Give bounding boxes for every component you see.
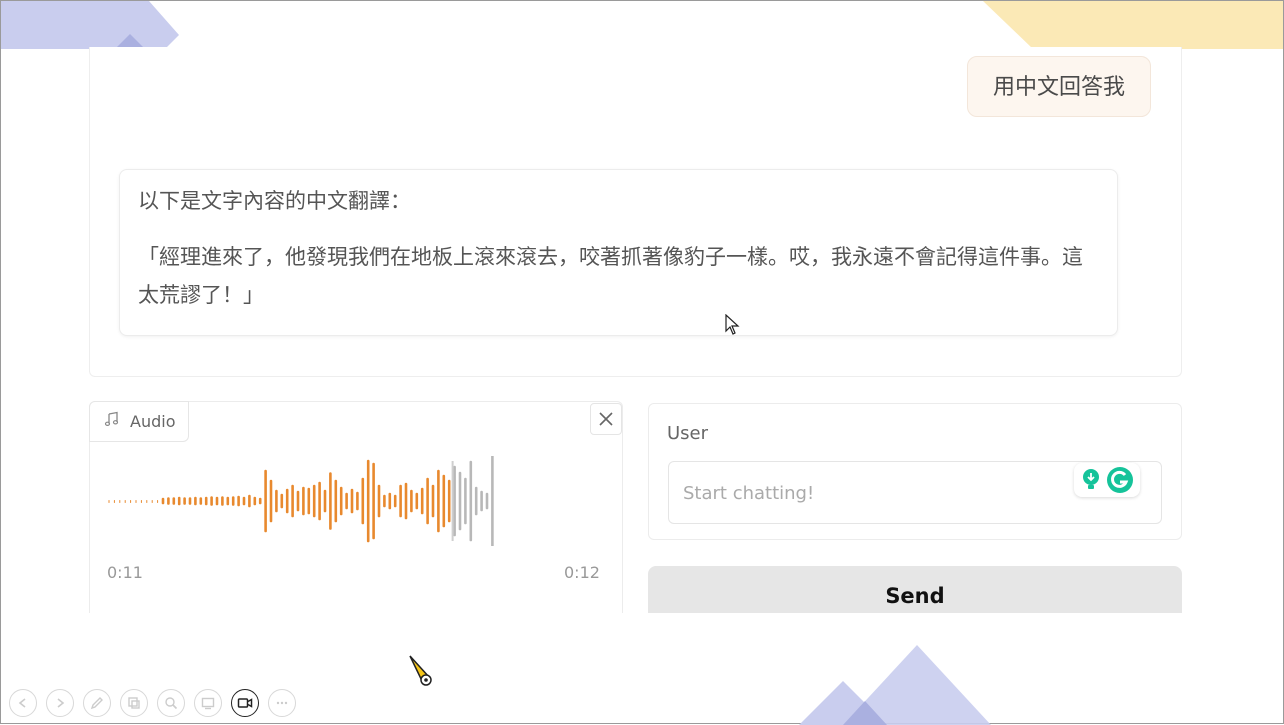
more-button[interactable] — [268, 689, 296, 717]
audio-waveform[interactable] — [101, 456, 611, 546]
prev-button[interactable] — [9, 689, 37, 717]
video-icon — [237, 698, 253, 708]
audio-label-tab: Audio — [89, 401, 189, 442]
copy-icon — [128, 697, 140, 709]
bot-message-heading: 以下是文字內容的中文翻譯： — [138, 189, 411, 213]
next-icon — [57, 698, 65, 708]
pen-icon — [90, 697, 103, 710]
presentation-toolbar — [9, 689, 296, 719]
close-icon — [599, 412, 613, 426]
bot-message-text: 「經理進來了，他發現我們在地板上滾來滾去，咬著抓著像豹子一樣。哎，我永遠不會記得… — [138, 245, 1083, 307]
zoom-button[interactable] — [157, 689, 185, 717]
user-input-label: User — [667, 423, 709, 444]
mouse-cursor-icon — [725, 314, 740, 335]
video-button[interactable] — [231, 689, 259, 717]
decorative-shape-bottom — [799, 645, 991, 725]
copy-button[interactable] — [120, 689, 148, 717]
audio-duration: 0:12 — [564, 563, 600, 582]
send-button[interactable]: Send — [648, 566, 1182, 613]
pencil-cursor-icon — [409, 655, 432, 686]
decorative-shape-top-right — [983, 1, 1283, 49]
user-message-bubble: 用中文回答我 — [967, 56, 1151, 117]
grammarly-icon — [1107, 467, 1133, 493]
lightbulb-icon — [1083, 469, 1099, 489]
prev-icon — [18, 698, 26, 708]
pen-button[interactable] — [83, 689, 111, 717]
music-note-icon — [104, 402, 122, 442]
zoom-icon — [165, 697, 178, 710]
grammarly-widget[interactable] — [1074, 463, 1140, 497]
screen-icon — [201, 697, 215, 710]
more-icon — [276, 701, 288, 705]
close-audio-button[interactable] — [590, 403, 622, 435]
decorative-shape-top-left — [1, 1, 179, 49]
audio-current-time: 0:11 — [107, 563, 143, 582]
bot-message-bubble: 以下是文字內容的中文翻譯： 「經理進來了，他發現我們在地板上滾來滾去，咬著抓著像… — [119, 169, 1118, 336]
next-button[interactable] — [46, 689, 74, 717]
audio-label: Audio — [130, 412, 176, 431]
screen-button[interactable] — [194, 689, 222, 717]
